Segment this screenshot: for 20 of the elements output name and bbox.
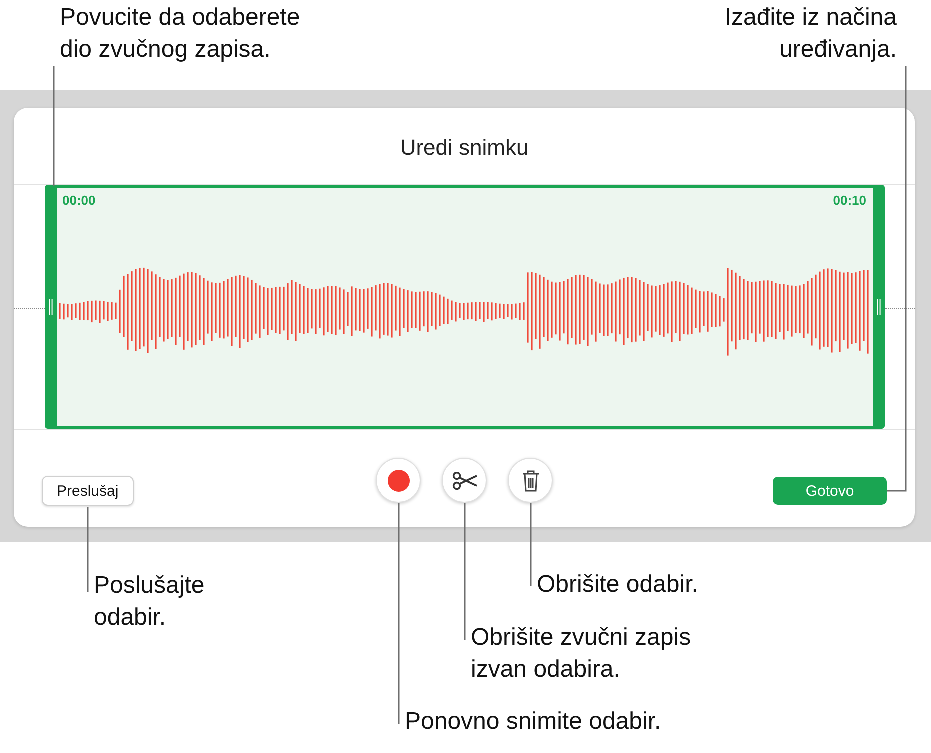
end-time: 00:10 — [833, 193, 866, 208]
start-time: 00:00 — [62, 193, 96, 208]
callout-text: Obrišite zvučni zapis izvan odabira. — [471, 623, 692, 685]
callout-text: Povucite da odaberete dio zvučnog zapisa. — [60, 3, 300, 65]
trim-button[interactable] — [442, 458, 487, 503]
delete-button[interactable] — [508, 458, 553, 503]
drag-handle-icon[interactable] — [876, 299, 880, 315]
record-icon — [388, 470, 410, 492]
play-button[interactable]: Preslušaj — [42, 476, 134, 506]
selection-frame[interactable]: 00:00 00:10 — [44, 185, 884, 429]
drag-handle-icon[interactable] — [48, 299, 52, 315]
trash-icon — [522, 470, 540, 492]
done-button[interactable]: Gotovo — [773, 477, 887, 505]
dialog-title: Uredi snimku — [400, 134, 529, 161]
callout-text: Izađite iz načina uređivanja. — [724, 3, 897, 65]
callout-text: Ponovno snimite odabir. — [405, 707, 662, 737]
record-button[interactable] — [376, 458, 421, 503]
callout-text: Poslušajte odabir. — [94, 571, 205, 633]
scissors-icon — [452, 472, 478, 490]
callout-text: Obrišite odabir. — [537, 570, 698, 600]
